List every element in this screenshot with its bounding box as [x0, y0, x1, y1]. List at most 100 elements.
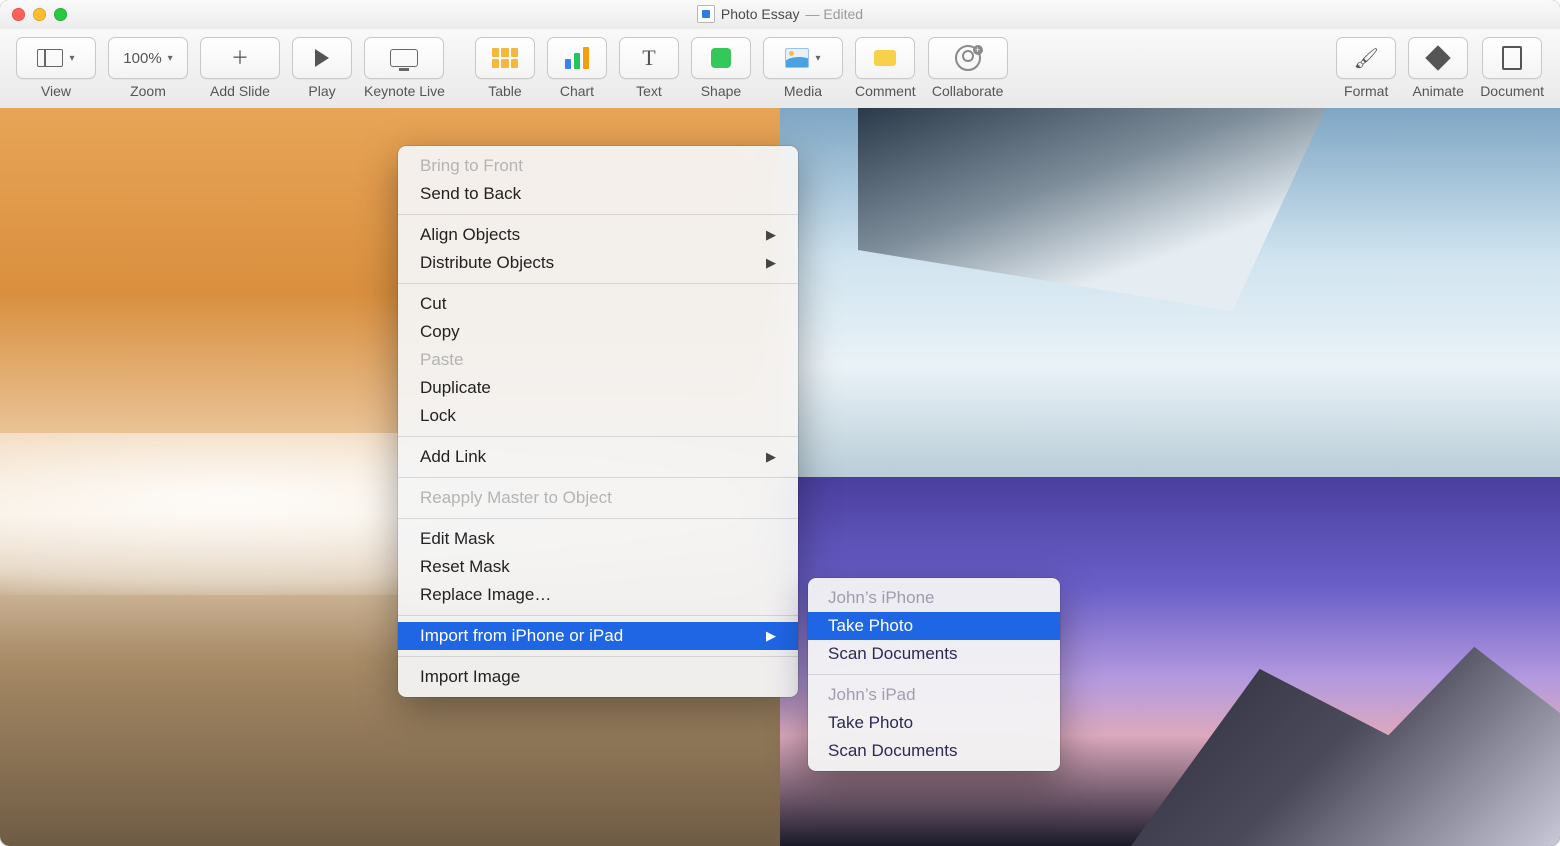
media-tool: ▾ Media: [763, 37, 843, 99]
chart-button[interactable]: [547, 37, 607, 79]
window-title: Photo Essay — Edited: [0, 5, 1560, 23]
menu-copy[interactable]: Copy: [398, 318, 798, 346]
menu-separator: [398, 283, 798, 284]
play-label: Play: [308, 83, 335, 99]
menu-lock[interactable]: Lock: [398, 402, 798, 430]
menu-replace-image[interactable]: Replace Image…: [398, 581, 798, 609]
comment-icon: [874, 50, 896, 66]
view-tool: ▾ View: [16, 37, 96, 99]
zoom-value: 100%: [123, 51, 161, 66]
shape-button[interactable]: [691, 37, 751, 79]
shape-label: Shape: [701, 83, 741, 99]
menu-reapply-master: Reapply Master to Object: [398, 484, 798, 512]
media-label: Media: [784, 83, 822, 99]
format-button[interactable]: 🖌: [1336, 37, 1396, 79]
play-button[interactable]: [292, 37, 352, 79]
shape-tool: Shape: [691, 37, 751, 99]
collaborate-label: Collaborate: [932, 83, 1004, 99]
plus-icon: ＋: [231, 49, 249, 67]
window-controls: [0, 8, 67, 21]
add-slide-label: Add Slide: [210, 83, 270, 99]
table-label: Table: [488, 83, 521, 99]
zoom-label: Zoom: [130, 83, 166, 99]
submenu-iphone-scan-documents[interactable]: Scan Documents: [808, 640, 1060, 668]
format-tool: 🖌 Format: [1336, 37, 1396, 99]
document-title: Photo Essay: [721, 6, 800, 22]
chart-label: Chart: [560, 83, 594, 99]
zoom-tool: 100% ▾ Zoom: [108, 37, 188, 99]
table-button[interactable]: [475, 37, 535, 79]
document-icon: [697, 5, 715, 23]
media-button[interactable]: ▾: [763, 37, 843, 79]
chart-icon: [565, 47, 589, 69]
animate-button[interactable]: [1408, 37, 1468, 79]
comment-tool: Comment: [855, 37, 916, 99]
close-window-button[interactable]: [12, 8, 25, 21]
keynote-live-button[interactable]: [364, 37, 444, 79]
collaborate-button[interactable]: +: [928, 37, 1008, 79]
keynote-live-icon: [390, 49, 418, 67]
text-icon: T: [642, 47, 655, 69]
text-button[interactable]: T: [619, 37, 679, 79]
submenu-device-iphone: John’s iPhone: [808, 584, 1060, 612]
keynote-live-tool: Keynote Live: [364, 37, 445, 99]
submenu-iphone-take-photo[interactable]: Take Photo: [808, 612, 1060, 640]
submenu-arrow-icon: ▶: [766, 255, 776, 271]
titlebar: Photo Essay — Edited: [0, 0, 1560, 29]
zoom-window-button[interactable]: [54, 8, 67, 21]
menu-send-to-back[interactable]: Send to Back: [398, 180, 798, 208]
menu-paste: Paste: [398, 346, 798, 374]
submenu-device-ipad: John’s iPad: [808, 681, 1060, 709]
text-tool: T Text: [619, 37, 679, 99]
menu-distribute-objects[interactable]: Distribute Objects▶: [398, 249, 798, 277]
menu-edit-mask[interactable]: Edit Mask: [398, 525, 798, 553]
submenu-ipad-take-photo[interactable]: Take Photo: [808, 709, 1060, 737]
menu-add-link[interactable]: Add Link▶: [398, 443, 798, 471]
comment-button[interactable]: [855, 37, 915, 79]
view-button[interactable]: ▾: [16, 37, 96, 79]
import-submenu: John’s iPhone Take Photo Scan Documents …: [808, 578, 1060, 771]
menu-cut[interactable]: Cut: [398, 290, 798, 318]
keynote-live-label: Keynote Live: [364, 83, 445, 99]
menu-import-from-iphone-ipad[interactable]: Import from iPhone or iPad▶: [398, 622, 798, 650]
minimize-window-button[interactable]: [33, 8, 46, 21]
animate-icon: [1425, 45, 1450, 70]
menu-separator: [808, 674, 1060, 675]
table-icon: [492, 48, 518, 68]
media-icon: [785, 48, 809, 68]
menu-align-objects[interactable]: Align Objects▶: [398, 221, 798, 249]
context-menu: Bring to Front Send to Back Align Object…: [398, 146, 798, 697]
table-tool: Table: [475, 37, 535, 99]
chevron-down-icon: ▾: [69, 53, 74, 64]
play-icon: [315, 49, 329, 67]
toolbar-right-group: 🖌 Format Animate Document: [1330, 37, 1550, 99]
play-tool: Play: [292, 37, 352, 99]
toolbar: ▾ View 100% ▾ Zoom ＋ Add Slide Play: [0, 29, 1560, 118]
edited-indicator: — Edited: [806, 6, 864, 22]
chevron-down-icon: ▾: [815, 53, 820, 64]
menu-import-image[interactable]: Import Image: [398, 663, 798, 691]
document-tool: Document: [1480, 37, 1544, 99]
document-button[interactable]: [1482, 37, 1542, 79]
submenu-ipad-scan-documents[interactable]: Scan Documents: [808, 737, 1060, 765]
animate-tool: Animate: [1408, 37, 1468, 99]
document-panel-icon: [1502, 46, 1522, 70]
format-label: Format: [1344, 83, 1388, 99]
menu-duplicate[interactable]: Duplicate: [398, 374, 798, 402]
collaborate-tool: + Collaborate: [928, 37, 1008, 99]
zoom-button[interactable]: 100% ▾: [108, 37, 188, 79]
menu-separator: [398, 477, 798, 478]
submenu-arrow-icon: ▶: [766, 449, 776, 465]
app-window: Photo Essay — Edited ▾ View 100% ▾ Zoom …: [0, 0, 1560, 846]
add-slide-button[interactable]: ＋: [200, 37, 280, 79]
animate-label: Animate: [1413, 83, 1464, 99]
submenu-arrow-icon: ▶: [766, 628, 776, 644]
slide-image-ice[interactable]: [780, 108, 1560, 477]
view-icon: [37, 49, 63, 67]
format-icon: 🖌: [1353, 46, 1378, 71]
chart-tool: Chart: [547, 37, 607, 99]
comment-label: Comment: [855, 83, 916, 99]
menu-reset-mask[interactable]: Reset Mask: [398, 553, 798, 581]
menu-separator: [398, 518, 798, 519]
shape-icon: [711, 48, 731, 68]
